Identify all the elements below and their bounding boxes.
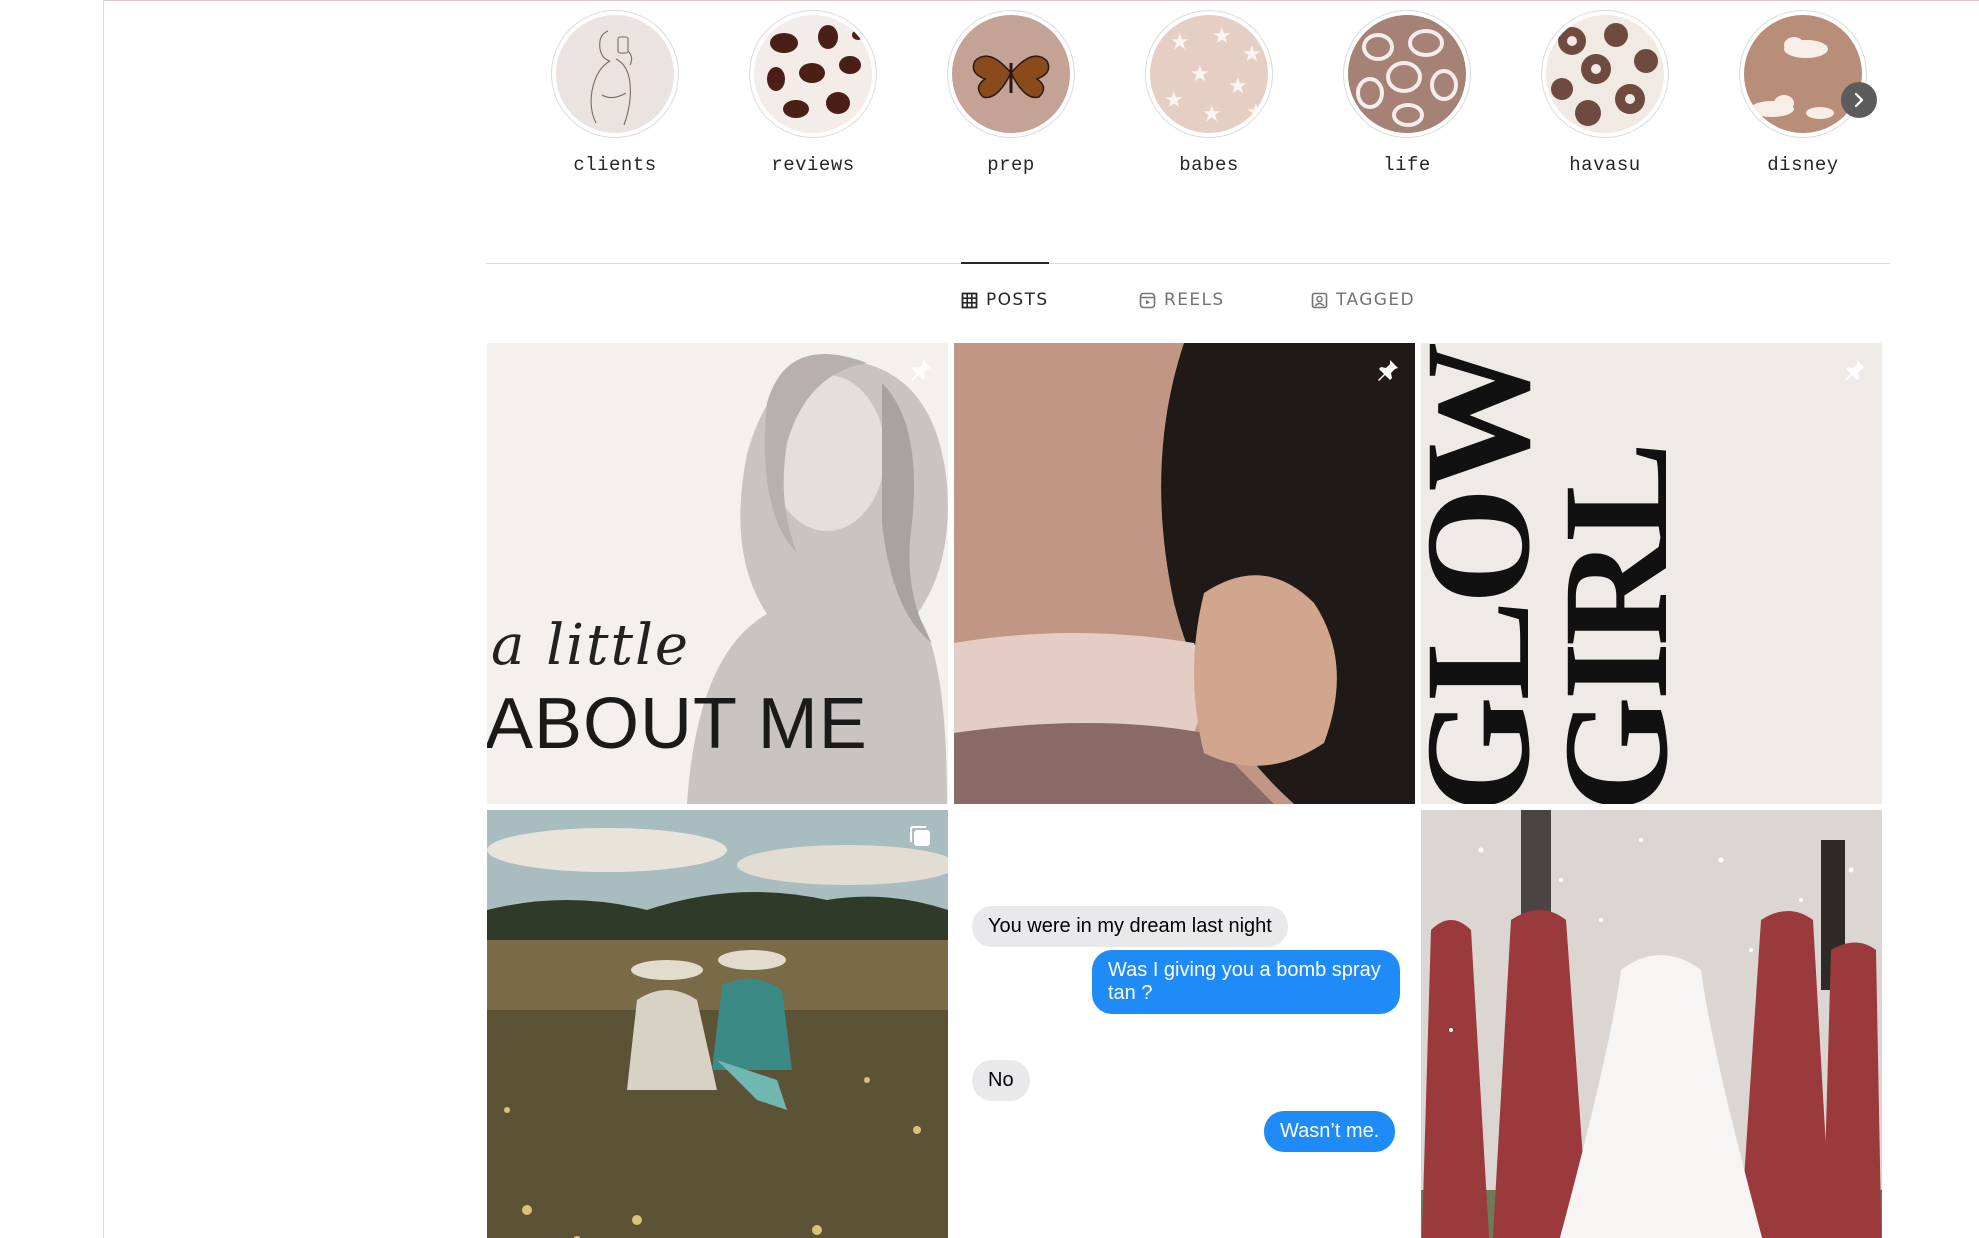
tab-reels[interactable]: REELS [1139, 290, 1225, 310]
highlight-clients[interactable]: clients [550, 10, 680, 176]
stars-icon: ★ ★ ★ ★ ★ ★ ★ ★ [1150, 15, 1268, 133]
highlight-prep[interactable]: prep [946, 10, 1076, 176]
left-sidebar [0, 0, 104, 1238]
post-text-girl: GIRL [1533, 445, 1699, 804]
carousel-icon [908, 824, 934, 850]
highlight-life[interactable]: life [1342, 10, 1472, 176]
post-title-text: ABOUT ME [487, 684, 868, 764]
tab-posts[interactable]: POSTS [961, 290, 1049, 310]
post-about-me[interactable]: a little ABOUT ME [487, 343, 948, 804]
post-bridal-party[interactable] [1421, 810, 1882, 1238]
message-bubble-outgoing: Wasn’t me. [1264, 1111, 1396, 1152]
svg-text:★: ★ [1242, 42, 1262, 67]
highlight-label: life [1383, 154, 1431, 176]
svg-text:★: ★ [1164, 88, 1184, 113]
tab-tagged[interactable]: TAGGED [1311, 290, 1415, 310]
chevron-right-icon [1854, 92, 1864, 108]
tab-label: POSTS [986, 290, 1049, 310]
meadow-photo [487, 810, 948, 1238]
leopard-print-icon [1546, 15, 1664, 133]
tan-line-photo [954, 343, 1415, 804]
svg-text:★: ★ [1190, 62, 1210, 87]
highlight-label: clients [573, 154, 657, 176]
tab-divider [486, 263, 1890, 264]
message-bubble-incoming: No [972, 1060, 1030, 1101]
post-couple-meadow[interactable] [487, 810, 948, 1238]
post-tan-line[interactable] [954, 343, 1415, 804]
svg-text:★: ★ [1228, 74, 1248, 99]
pinned-icon [1375, 357, 1401, 383]
line-art-selfie-icon [556, 15, 674, 133]
highlight-label: prep [987, 154, 1035, 176]
active-tab-indicator [961, 262, 1049, 264]
post-text-messages[interactable]: You were in my dream last night Was I gi… [954, 810, 1415, 1238]
svg-text:★: ★ [1212, 24, 1232, 49]
post-glow-girl[interactable]: GLOW GIRL [1421, 343, 1882, 804]
tagged-icon [1311, 292, 1328, 308]
tab-label: TAGGED [1336, 290, 1415, 310]
highlight-label: reviews [771, 154, 855, 176]
svg-text:★: ★ [1246, 100, 1266, 125]
pinned-icon [1842, 357, 1868, 383]
highlight-babes[interactable]: ★ ★ ★ ★ ★ ★ ★ ★ babes [1144, 10, 1274, 176]
butterfly-icon [952, 15, 1070, 133]
tab-label: REELS [1164, 290, 1225, 310]
highlights-next-button[interactable] [1841, 82, 1877, 118]
cow-print-icon [754, 15, 872, 133]
bridal-party-photo [1421, 810, 1882, 1238]
top-border [0, 0, 1979, 1]
svg-text:★: ★ [1202, 102, 1222, 127]
highlight-reviews[interactable]: reviews [748, 10, 878, 176]
post-script-text: a little [491, 613, 691, 678]
story-highlights: clients reviews prep ★ ★ ★ ★ ★ ★ ★ ★ bab… [550, 10, 1890, 190]
message-bubble-incoming: You were in my dream last night [972, 906, 1288, 947]
highlight-label: disney [1767, 154, 1839, 176]
smiley-pattern-icon [1348, 15, 1466, 133]
pinned-icon [908, 357, 934, 383]
highlight-havasu[interactable]: havasu [1540, 10, 1670, 176]
clouds-icon [1744, 15, 1862, 133]
highlight-label: havasu [1569, 154, 1641, 176]
message-bubble-outgoing: Was I giving you a bomb spray tan ? [1092, 950, 1400, 1014]
highlight-label: babes [1179, 154, 1239, 176]
grid-icon [961, 292, 978, 308]
svg-text:★: ★ [1170, 30, 1190, 55]
reels-icon [1139, 292, 1156, 308]
